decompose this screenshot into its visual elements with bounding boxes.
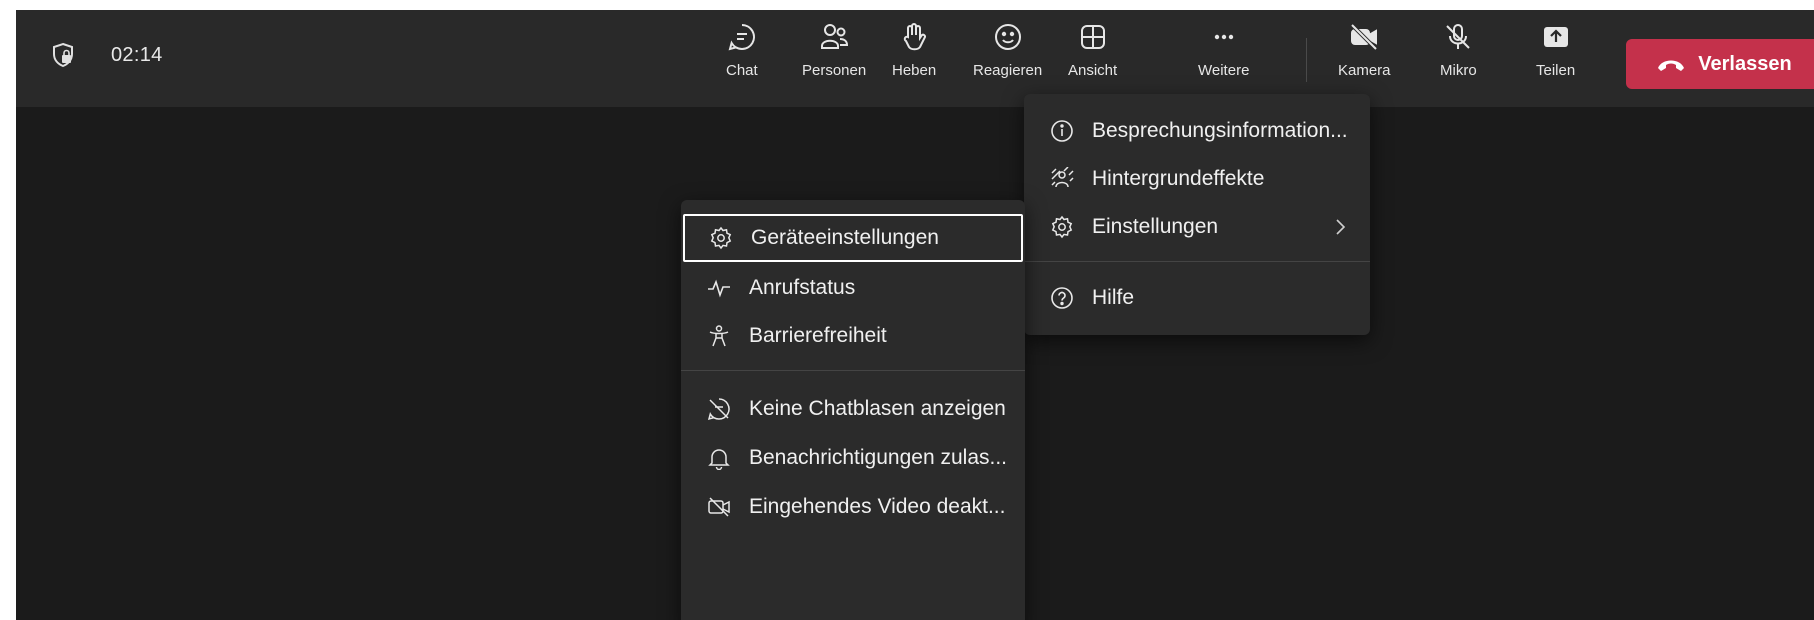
smiley-icon	[994, 24, 1021, 50]
menu-item-settings[interactable]: Einstellungen	[1024, 200, 1370, 254]
camera-label: Kamera	[1338, 62, 1391, 79]
more-dots-icon	[1214, 34, 1233, 40]
menu-item-device-settings[interactable]: Geräteeinstellungen	[683, 214, 1023, 262]
menu-divider	[681, 370, 1025, 371]
toolbar-divider	[1306, 38, 1307, 82]
menu-item-accessibility[interactable]: Barrierefreiheit	[681, 309, 1025, 363]
people-button[interactable]: Personen	[802, 22, 866, 102]
meeting-window: 02:14 Chat Personen Heben Reagieren Ansi…	[16, 10, 1814, 620]
leave-label: Verlassen	[1698, 52, 1792, 75]
menu-item-label: Benachrichtigungen zulas...	[749, 446, 1007, 469]
people-icon	[821, 24, 849, 49]
shield-lock-icon[interactable]	[50, 42, 76, 68]
menu-item-label: Besprechungsinformation...	[1092, 119, 1348, 142]
menu-item-label: Barrierefreiheit	[749, 324, 887, 347]
chat-label: Chat	[726, 62, 758, 79]
video-off-icon	[708, 497, 730, 517]
menu-item-label: Einstellungen	[1092, 215, 1219, 238]
menu-item-label: Eingehendes Video deakt...	[749, 495, 1006, 518]
menu-item-label: Hilfe	[1092, 286, 1135, 309]
share-button[interactable]: Teilen	[1536, 22, 1575, 102]
mic-off-icon	[1446, 24, 1471, 49]
share-upload-icon	[1543, 27, 1568, 47]
info-icon	[1051, 120, 1073, 142]
settings-submenu: Geräteeinstellungen Anrufstatus Barriere…	[681, 200, 1025, 620]
pulse-icon	[708, 279, 730, 298]
more-button[interactable]: Weitere	[1195, 22, 1252, 102]
menu-item-allow-notifications[interactable]: Benachrichtigungen zulas...	[681, 431, 1025, 485]
menu-item-label: Keine Chatblasen anzeigen	[749, 397, 1006, 420]
menu-item-help[interactable]: Hilfe	[1024, 271, 1370, 325]
camera-off-icon	[1350, 23, 1378, 51]
chevron-right-icon	[1336, 219, 1346, 235]
menu-item-label: Geräteeinstellungen	[751, 226, 939, 249]
raise-hand-label: Heben	[892, 62, 937, 79]
menu-item-label: Anrufstatus	[749, 276, 856, 299]
menu-item-label: Hintergrundeffekte	[1092, 167, 1265, 190]
react-label: Reagieren	[973, 62, 1043, 79]
mic-label: Mikro	[1440, 62, 1477, 79]
mic-button[interactable]: Mikro	[1440, 22, 1477, 102]
view-label: Ansicht	[1068, 62, 1118, 79]
meeting-timer: 02:14	[111, 44, 163, 66]
hang-up-icon	[1658, 60, 1685, 71]
leave-button[interactable]: Verlassen	[1626, 39, 1814, 89]
menu-divider	[1024, 261, 1370, 262]
view-button[interactable]: Ansicht	[1068, 22, 1117, 102]
menu-item-disable-incoming-video[interactable]: Eingehendes Video deakt...	[681, 480, 1025, 534]
accessibility-icon	[709, 325, 729, 347]
chat-icon	[728, 24, 755, 51]
menu-item-background-effects[interactable]: Hintergrundeffekte	[1024, 152, 1370, 206]
raise-hand-button[interactable]: Heben	[892, 22, 936, 102]
menu-item-meeting-info[interactable]: Besprechungsinformation...	[1024, 104, 1370, 158]
meeting-toolbar: 02:14 Chat Personen Heben Reagieren Ansi…	[16, 10, 1814, 107]
menu-item-call-health[interactable]: Anrufstatus	[681, 261, 1025, 315]
help-icon	[1051, 287, 1073, 309]
more-label: Weitere	[1198, 62, 1250, 79]
gear-icon	[710, 226, 732, 250]
bell-icon	[708, 449, 730, 470]
chat-button[interactable]: Chat	[726, 22, 758, 102]
menu-item-hide-chat-bubbles[interactable]: Keine Chatblasen anzeigen	[681, 382, 1025, 436]
camera-button[interactable]: Kamera	[1338, 22, 1391, 102]
more-menu: Besprechungsinformation... Hintergrundef…	[1024, 94, 1370, 335]
share-label: Teilen	[1536, 62, 1576, 79]
react-button[interactable]: Reagieren	[973, 22, 1042, 102]
hand-icon	[903, 23, 927, 51]
background-effects-icon	[1051, 167, 1074, 188]
gear-icon	[1051, 215, 1073, 239]
people-label: Personen	[802, 62, 867, 79]
chat-off-icon	[707, 398, 730, 421]
grid-view-icon	[1080, 25, 1105, 49]
